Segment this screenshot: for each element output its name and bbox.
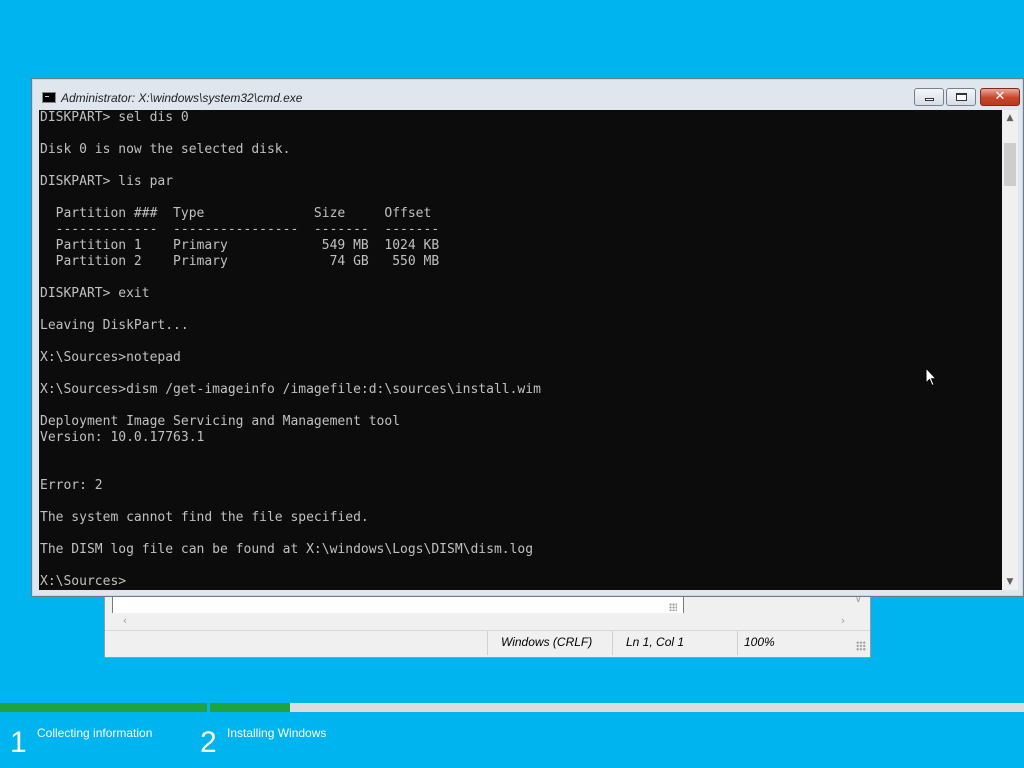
- progress-step-2-fill: [210, 703, 290, 712]
- minimize-button[interactable]: [914, 88, 944, 106]
- console-line: Partition 2 Primary 74 GB 550 MB: [40, 254, 440, 269]
- console-line: The DISM log file can be found at X:\win…: [40, 542, 534, 557]
- console-line: X:\Sources>dism /get-imageinfo /imagefil…: [40, 382, 541, 397]
- chevron-right-icon[interactable]: ›: [836, 613, 850, 629]
- console-line: X:\Sources>notepad: [40, 350, 181, 365]
- setup-progress-bar: [0, 703, 1024, 712]
- window-title: Administrator: X:\windows\system32\cmd.e…: [61, 91, 303, 105]
- cmd-window: Administrator: X:\windows\system32\cmd.e…: [31, 78, 1024, 597]
- console-line: The system cannot find the file specifie…: [40, 510, 369, 525]
- status-cursor-position: Ln 1, Col 1: [612, 631, 737, 655]
- status-line-ending: Windows (CRLF): [487, 631, 612, 655]
- maximize-icon: [956, 93, 967, 101]
- mouse-pointer-icon: [925, 367, 937, 387]
- console-vertical-scrollbar[interactable]: ▲ ▼: [1002, 110, 1018, 590]
- notepad-status-bar: Windows (CRLF) Ln 1, Col 1 100%: [105, 630, 870, 655]
- cmd-title-bar[interactable]: Administrator: X:\windows\system32\cmd.e…: [32, 79, 1023, 110]
- chevron-left-icon[interactable]: ‹: [118, 613, 132, 629]
- notepad-window: ∨ ‹ › Windows (CRLF) Ln 1, Col 1 100%: [104, 590, 871, 658]
- console-line: Version: 10.0.17763.1: [40, 430, 205, 445]
- console-line: Error: 2: [40, 478, 103, 493]
- minimize-icon: [925, 98, 934, 101]
- console-line: Leaving DiskPart...: [40, 318, 189, 333]
- progress-step-1-fill: [0, 703, 207, 712]
- console-line: DISKPART> exit: [40, 286, 150, 301]
- chevron-up-icon[interactable]: ▲: [1002, 110, 1018, 126]
- console-line: ------------- ---------------- ------- -…: [40, 222, 440, 237]
- console-line: DISKPART> lis par: [40, 174, 174, 189]
- console-line: Deployment Image Servicing and Managemen…: [40, 414, 401, 429]
- step-number: 1: [10, 726, 27, 759]
- chevron-down-icon[interactable]: ▼: [1002, 574, 1018, 590]
- console-output[interactable]: DISKPART> sel dis 0 Disk 0 is now the sel…: [39, 110, 1002, 590]
- maximize-button[interactable]: [946, 88, 976, 106]
- scrollbar-thumb[interactable]: [1004, 143, 1016, 186]
- resize-grip-icon: [669, 603, 677, 611]
- console-line: X:\Sources>: [40, 574, 127, 589]
- resize-grip-icon[interactable]: [856, 641, 866, 651]
- console-line: Partition 1 Primary 549 MB 1024 KB: [40, 238, 440, 253]
- console-line: Disk 0 is now the selected disk.: [40, 142, 291, 157]
- step-label: Installing Windows: [227, 726, 327, 740]
- notepad-horizontal-scrollbar[interactable]: ‹ ›: [112, 613, 857, 629]
- step-number: 2: [200, 726, 217, 759]
- close-button[interactable]: ✕: [980, 88, 1020, 106]
- cmd-icon[interactable]: [42, 92, 56, 103]
- console-line: Partition ### Type Size Offset: [40, 206, 432, 221]
- step-label: Collecting information: [37, 726, 153, 740]
- status-zoom: 100%: [737, 631, 855, 655]
- console-line: DISKPART> sel dis 0: [40, 110, 189, 125]
- close-icon: ✕: [994, 89, 1006, 104]
